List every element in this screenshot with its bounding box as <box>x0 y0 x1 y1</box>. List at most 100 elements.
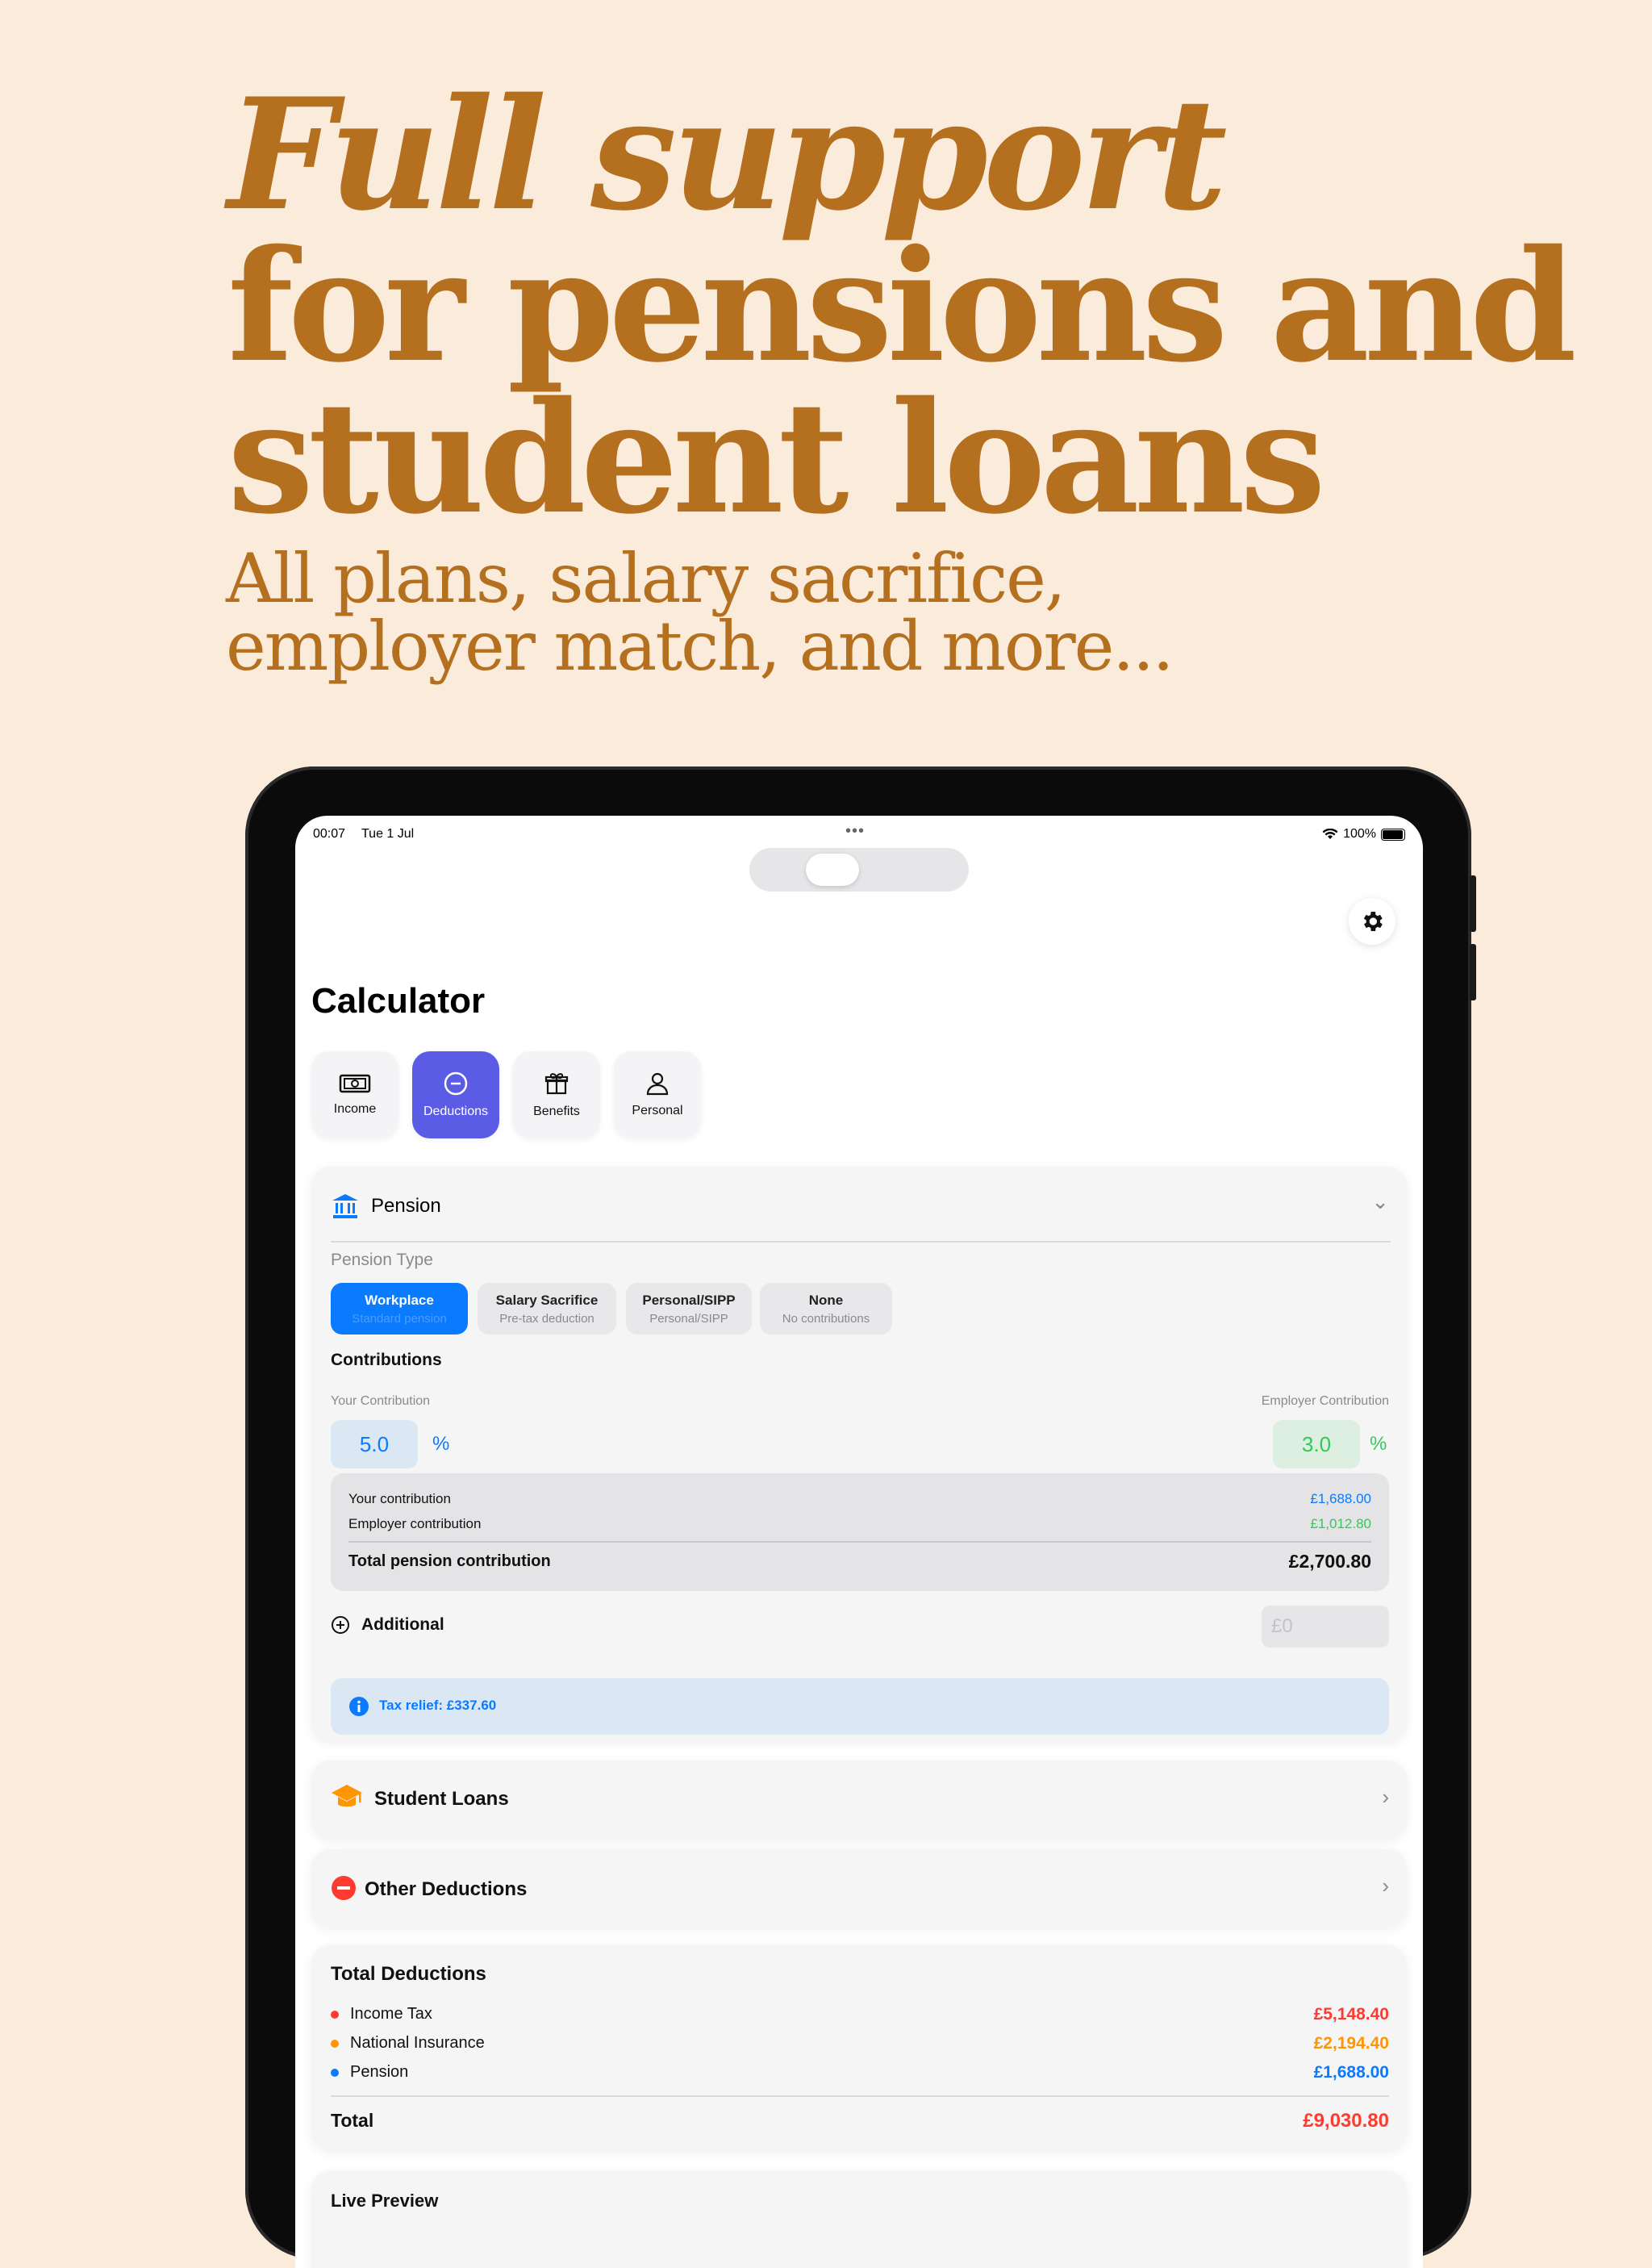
status-time: 00:07 <box>313 827 346 841</box>
contributions-label: Contributions <box>331 1351 442 1369</box>
deduction-value-pension: £1,688.00 <box>1313 2063 1389 2082</box>
tab-label-benefits: Benefits <box>533 1105 580 1118</box>
your-contribution-input[interactable]: 5.0 <box>331 1420 418 1468</box>
pension-type-label: Pension Type <box>331 1251 433 1269</box>
additional-row[interactable]: Additional <box>331 1615 444 1635</box>
deduction-row-income-tax: Income Tax <box>331 2005 432 2024</box>
volume-up-button <box>1470 875 1476 932</box>
gear-icon <box>1363 912 1383 931</box>
tab-income[interactable]: Income <box>311 1051 398 1138</box>
hero-subheadline: All plans, salary sacrifice, employer ma… <box>226 539 1174 686</box>
pension-type-title: None <box>808 1292 844 1308</box>
pension-card: Pension ⌄ Pension Type Workplace Standar… <box>311 1167 1407 1741</box>
national-insurance-dot <box>331 2039 339 2048</box>
summary-your-label: Your contribution <box>348 1491 451 1506</box>
tab-deductions[interactable]: Deductions <box>412 1051 499 1138</box>
total-divider <box>331 2095 1389 2097</box>
pension-divider <box>331 1241 1391 1243</box>
tab-label-deductions: Deductions <box>423 1105 489 1118</box>
your-percent-symbol: % <box>432 1433 450 1455</box>
deduction-label: Pension <box>350 2063 409 2081</box>
total-deductions-title: Total Deductions <box>331 1963 486 1985</box>
page-title: Calculator <box>311 981 486 1021</box>
banknote-icon <box>339 1074 371 1093</box>
pension-dot <box>331 2068 339 2077</box>
hero-headline-line-1: Full support <box>227 65 1228 244</box>
employer-contribution-label: Employer Contribution <box>1261 1394 1389 1408</box>
tab-label-personal: Personal <box>632 1104 683 1117</box>
summary-total-value: £2,700.80 <box>1288 1551 1371 1572</box>
hero-subheadline-line-2: employer match, and more... <box>226 607 1174 686</box>
employer-percent-symbol: % <box>1370 1433 1387 1455</box>
tab-benefits[interactable]: Benefits <box>513 1051 600 1138</box>
status-date: Tue 1 Jul <box>361 827 415 841</box>
live-preview-title: Live Preview <box>331 2191 439 2211</box>
summary-employer-value: £1,012.80 <box>1310 1516 1371 1531</box>
pension-type-none[interactable]: None No contributions <box>760 1283 892 1334</box>
status-bar: 00:07 Tue 1 Jul ••• 100% <box>313 821 1405 845</box>
pension-title: Pension <box>371 1195 441 1217</box>
your-contribution-label: Your Contribution <box>331 1394 431 1408</box>
pension-type-subtitle: No contributions <box>782 1311 870 1326</box>
total-deductions-card: Total Deductions Income Tax £5,148.40 Na… <box>311 1945 1407 2150</box>
pension-type-salary-sacrifice[interactable]: Salary Sacrifice Pre-tax deduction <box>478 1283 616 1334</box>
deduction-value-national-insurance: £2,194.40 <box>1313 2034 1389 2053</box>
settings-button[interactable] <box>1349 898 1395 945</box>
pension-type-title: Workplace <box>365 1292 434 1308</box>
pension-type-subtitle: Standard pension <box>352 1311 447 1326</box>
pension-summary-box: Your contribution £1,688.00 Employer con… <box>331 1473 1389 1591</box>
summary-employer-label: Employer contribution <box>348 1516 482 1531</box>
tax-relief-text: Tax relief: £337.60 <box>379 1698 497 1713</box>
person-icon <box>646 1072 669 1096</box>
deduction-label: Income Tax <box>350 2005 432 2023</box>
hero-headline-line-2: for pensions and <box>227 216 1577 396</box>
pension-header[interactable]: Pension <box>331 1178 441 1234</box>
deduction-label: National Insurance <box>350 2034 485 2052</box>
pension-type-title: Personal/SIPP <box>642 1292 736 1308</box>
live-preview-card: Live Preview <box>311 2171 1407 2268</box>
battery-percent: 100% <box>1343 827 1376 841</box>
top-toggle-pill[interactable] <box>749 848 969 892</box>
tab-personal[interactable]: Personal <box>614 1051 701 1138</box>
toggle-knob[interactable] <box>806 854 859 886</box>
additional-label: Additional <box>361 1615 444 1634</box>
tab-label-income: Income <box>333 1102 377 1116</box>
info-icon <box>349 1697 369 1716</box>
pension-type-subtitle: Personal/SIPP <box>649 1311 728 1326</box>
tax-relief-banner: Tax relief: £337.60 <box>331 1678 1389 1735</box>
total-value: £9,030.80 <box>1303 2110 1389 2132</box>
summary-divider <box>348 1541 1371 1543</box>
minus-circle-red-icon <box>332 1876 356 1900</box>
calculator-tab-bar: Income Deductions Benefits Personal <box>311 1051 701 1138</box>
student-loans-card[interactable]: Student Loans › <box>311 1761 1407 1838</box>
additional-amount-input[interactable]: £0 <box>1262 1606 1389 1648</box>
deduction-value-income-tax: £5,148.40 <box>1313 2005 1389 2024</box>
pension-type-workplace[interactable]: Workplace Standard pension <box>331 1283 468 1334</box>
total-label: Total <box>331 2110 374 2131</box>
wifi-icon <box>1322 829 1338 839</box>
battery-icon <box>1381 828 1405 841</box>
plus-circle-icon <box>332 1616 349 1634</box>
app-screen: 00:07 Tue 1 Jul ••• 100% Calculator Inco… <box>295 816 1423 2268</box>
other-deductions-card[interactable]: Other Deductions › <box>311 1849 1407 1927</box>
pension-type-subtitle: Pre-tax deduction <box>499 1311 594 1326</box>
multitasking-dots-icon[interactable]: ••• <box>845 822 865 841</box>
other-deductions-title: Other Deductions <box>365 1878 528 1900</box>
deduction-row-pension: Pension <box>331 2063 408 2082</box>
deduction-row-national-insurance: National Insurance <box>331 2034 485 2053</box>
volume-down-button <box>1470 944 1476 1000</box>
graduation-cap-icon <box>332 1785 362 1806</box>
student-loans-title: Student Loans <box>374 1788 509 1810</box>
chevron-right-icon[interactable]: › <box>1382 1873 1389 1898</box>
chevron-down-icon[interactable]: ⌄ <box>1371 1189 1389 1214</box>
employer-contribution-input[interactable]: 3.0 <box>1273 1420 1360 1468</box>
chevron-right-icon[interactable]: › <box>1382 1785 1389 1810</box>
income-tax-dot <box>331 2010 339 2019</box>
pension-type-title: Salary Sacrifice <box>495 1292 599 1308</box>
hero-headline-line-3: student loans <box>227 368 1326 548</box>
summary-total-label: Total pension contribution <box>348 1552 551 1570</box>
hero-subheadline-line-1: All plans, salary sacrifice, <box>226 539 1066 618</box>
minus-circle-icon <box>444 1071 468 1096</box>
bank-icon <box>332 1194 358 1218</box>
pension-type-personal-sipp[interactable]: Personal/SIPP Personal/SIPP <box>626 1283 752 1334</box>
